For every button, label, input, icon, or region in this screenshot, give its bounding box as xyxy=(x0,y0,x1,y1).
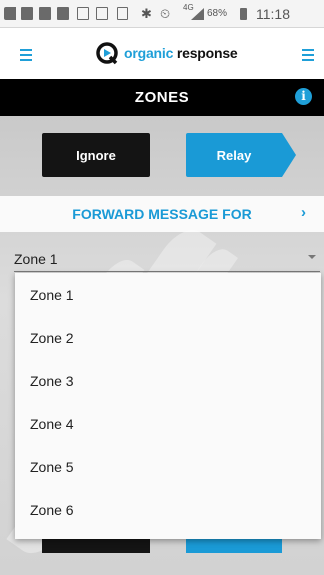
forward-message-row[interactable]: FORWARD MESSAGE FOR › xyxy=(0,196,324,232)
ignore-button[interactable]: Ignore xyxy=(42,133,150,177)
option-label: Zone 1 xyxy=(30,287,74,303)
image-icon xyxy=(96,7,108,20)
forward-message-label: FORWARD MESSAGE FOR xyxy=(72,206,252,222)
dropdown-option[interactable]: Zone 5 xyxy=(15,445,321,488)
alarm-icon: ⏲ xyxy=(160,6,171,21)
battery-icon xyxy=(240,8,247,20)
caret-down-icon xyxy=(308,255,316,259)
menu-icon-right[interactable] xyxy=(302,49,314,61)
page-title: ZONES xyxy=(134,89,190,106)
relay-button-lower[interactable] xyxy=(186,539,282,553)
dropdown-option[interactable]: Zone 1 xyxy=(15,273,321,316)
zone-select-value: Zone 1 xyxy=(14,251,58,267)
facebook-icon xyxy=(21,7,33,20)
app-header: organic response xyxy=(0,28,324,79)
clock: 11:18 xyxy=(256,6,290,22)
status-bar: ✱ ⏲ 4G 68% 11:18 xyxy=(0,0,324,28)
logo-mark-icon xyxy=(96,42,118,65)
option-label: Zone 2 xyxy=(30,330,74,346)
facebook-icon xyxy=(57,7,69,20)
logo: organic response xyxy=(95,40,238,66)
logo-word-organic: organic xyxy=(124,45,174,61)
logo-word-response: response xyxy=(173,45,238,61)
dropdown-option[interactable]: Zone 2 xyxy=(15,316,321,359)
dropdown-option[interactable]: Zone 6 xyxy=(15,488,321,531)
messages-icon xyxy=(77,7,89,20)
logo-wordmark: organic response xyxy=(124,45,238,61)
signal-icon xyxy=(191,8,204,20)
zone-select[interactable]: Zone 1 xyxy=(14,244,320,272)
option-label: Zone 3 xyxy=(30,373,74,389)
title-bar: ZONES i xyxy=(0,79,324,116)
ignore-button-lower[interactable] xyxy=(42,539,150,553)
option-label: Zone 6 xyxy=(30,502,74,518)
dropdown-option[interactable]: Zone 3 xyxy=(15,359,321,402)
calendar-icon xyxy=(117,7,128,20)
option-label: Zone 4 xyxy=(30,416,74,432)
back-icon xyxy=(4,7,16,20)
option-label: Zone 5 xyxy=(30,459,74,475)
menu-icon[interactable] xyxy=(20,49,32,61)
battery-percent: 68% xyxy=(207,8,228,19)
facebook-icon xyxy=(39,7,51,20)
bluetooth-icon: ✱ xyxy=(141,6,152,21)
chevron-right-icon[interactable]: › xyxy=(301,204,306,221)
zone-dropdown: Zone 1 Zone 2 Zone 3 Zone 4 Zone 5 Zone … xyxy=(15,273,321,539)
info-icon[interactable]: i xyxy=(295,88,312,105)
dropdown-option[interactable]: Zone 4 xyxy=(15,402,321,445)
relay-arrow-icon xyxy=(268,133,296,177)
